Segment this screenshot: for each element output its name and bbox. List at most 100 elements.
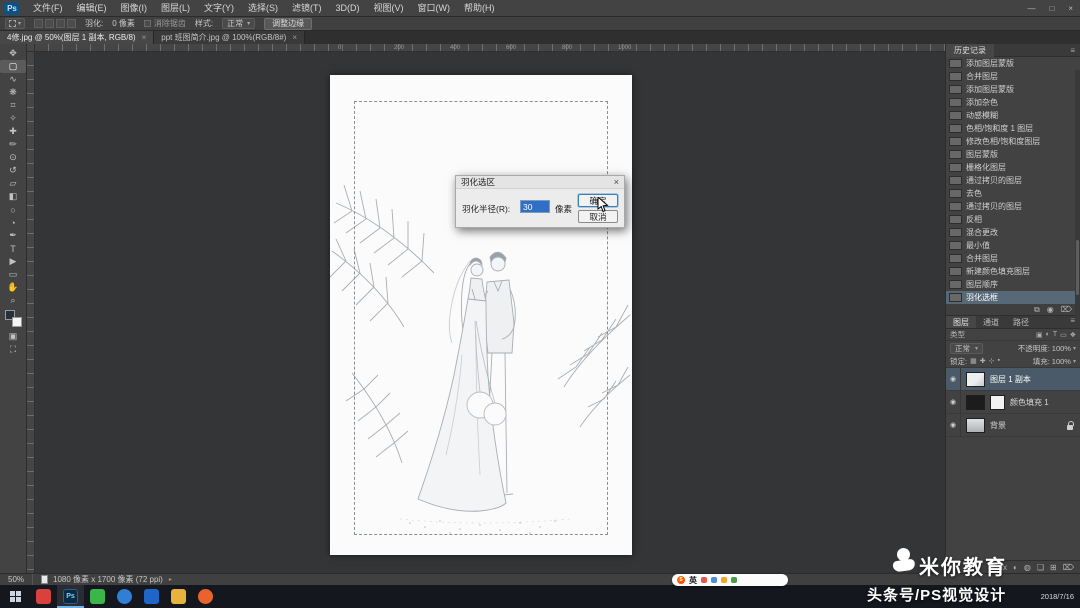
quick-selection-tool[interactable]: ❋ — [0, 86, 26, 99]
emoji-icon[interactable] — [721, 577, 727, 583]
tool-preset-picker[interactable]: ▾ — [5, 18, 25, 29]
feather-radius-input[interactable] — [520, 200, 550, 213]
taskbar-wechat[interactable] — [84, 585, 111, 608]
menu-file[interactable]: 文件(F) — [26, 0, 70, 17]
lock-position-icon[interactable]: ⊹ — [989, 357, 995, 365]
menu-filter[interactable]: 滤镜(T) — [285, 0, 329, 17]
taskbar-qq[interactable] — [138, 585, 165, 608]
history-item[interactable]: 图层顺序 — [946, 278, 1080, 291]
new-layer-icon[interactable]: ⊞ — [1050, 563, 1057, 572]
menu-edit[interactable]: 编辑(E) — [70, 0, 114, 17]
keyboard-icon[interactable] — [711, 577, 717, 583]
feather-value[interactable]: 0 像素 — [112, 18, 135, 29]
screen-mode-tool[interactable]: ⛶ — [0, 343, 26, 356]
layer-mask-icon[interactable]: ◐ — [1013, 563, 1018, 572]
history-item[interactable]: 通过拷贝的图层 — [946, 200, 1080, 213]
layer-row-layer1-copy[interactable]: ◉ 图层 1 副本 — [946, 368, 1080, 391]
crop-tool[interactable]: ⌗ — [0, 99, 26, 112]
pixel-layer-filter-icon[interactable]: ▣ — [1036, 331, 1043, 339]
zoom-level-field[interactable]: 50% — [0, 574, 33, 586]
visibility-eye-icon[interactable]: ◉ — [946, 391, 961, 414]
close-button[interactable]: × — [1061, 0, 1080, 17]
new-snapshot-icon[interactable]: ◉ — [1047, 305, 1054, 314]
type-filter-icon[interactable]: T — [1053, 331, 1057, 339]
maximize-button[interactable]: □ — [1042, 0, 1061, 17]
visibility-eye-icon[interactable]: ◉ — [946, 414, 961, 437]
horizontal-ruler[interactable]: 0 200 400 600 800 1000 — [35, 44, 945, 52]
menu-3d[interactable]: 3D(D) — [329, 0, 367, 17]
layer-thumbnail[interactable] — [966, 418, 985, 433]
adjustment-layer-icon[interactable]: ◍ — [1024, 563, 1031, 572]
taskbar-firefox[interactable] — [192, 585, 219, 608]
adjustment-filter-icon[interactable]: ◐ — [1046, 331, 1050, 339]
tab-layers[interactable]: 图层 — [946, 316, 976, 328]
menu-window[interactable]: 窗口(W) — [411, 0, 458, 17]
selection-mode-buttons[interactable] — [34, 19, 76, 28]
history-item[interactable]: 添加图层蒙版 — [946, 83, 1080, 96]
quick-mask-tool[interactable]: ▣ — [0, 330, 26, 343]
voice-icon[interactable] — [701, 577, 707, 583]
history-scrollbar[interactable] — [1075, 70, 1080, 317]
ruler-corner[interactable] — [27, 44, 35, 52]
visibility-eye-icon[interactable]: ◉ — [946, 368, 961, 391]
input-mode-toggle[interactable]: 英 — [689, 575, 697, 586]
antialias-checkbox[interactable]: 消除锯齿 — [144, 18, 186, 29]
toolbox-icon[interactable] — [731, 577, 737, 583]
history-item[interactable]: 合并图层 — [946, 252, 1080, 265]
clone-stamp-tool[interactable]: ⊙ — [0, 151, 26, 164]
dialog-close-icon[interactable]: × — [614, 177, 619, 187]
style-select[interactable]: 正常 ▾ — [222, 18, 255, 29]
layer-row-background[interactable]: ◉ 背景 — [946, 414, 1080, 437]
taskbar-clock-date[interactable]: 2018/7/16 — [1041, 592, 1080, 601]
refine-edge-button[interactable]: 调整边缘 — [264, 18, 312, 30]
taskbar-folder[interactable] — [165, 585, 192, 608]
layer-mask-thumbnail[interactable] — [990, 395, 1005, 410]
fill-swatch-thumbnail[interactable] — [966, 395, 985, 410]
history-item[interactable]: 去色 — [946, 187, 1080, 200]
lock-all-icon[interactable]: ▪ — [997, 357, 999, 365]
shape-tool[interactable]: ▭ — [0, 268, 26, 281]
delete-state-icon[interactable]: ⌦ — [1061, 305, 1072, 314]
menu-help[interactable]: 帮助(H) — [457, 0, 502, 17]
layer-thumbnail[interactable] — [966, 372, 985, 387]
lasso-tool[interactable]: ∿ — [0, 73, 26, 86]
history-item[interactable]: 反相 — [946, 213, 1080, 226]
shape-filter-icon[interactable]: ▭ — [1060, 331, 1067, 339]
tab-document-1[interactable]: 4修.jpg @ 50%(图层 1 副本, RGB/8) × — [0, 31, 154, 44]
opacity-value[interactable]: 100% — [1052, 344, 1071, 353]
status-expand-icon[interactable]: ▸ — [169, 576, 172, 583]
history-item[interactable]: 栅格化图层 — [946, 161, 1080, 174]
input-method-bar[interactable]: S 英 — [672, 574, 788, 586]
eraser-tool[interactable]: ▱ — [0, 177, 26, 190]
menu-type[interactable]: 文字(Y) — [197, 0, 241, 17]
tab-paths[interactable]: 路径 — [1006, 316, 1036, 328]
history-item[interactable]: 修改色相/饱和度图层 — [946, 135, 1080, 148]
new-doc-from-state-icon[interactable]: ⧉ — [1034, 305, 1040, 315]
history-item-selected[interactable]: 羽化选框 — [946, 291, 1080, 304]
healing-brush-tool[interactable]: ✚ — [0, 125, 26, 138]
history-item[interactable]: 合并图层 — [946, 70, 1080, 83]
history-item[interactable]: 通过拷贝的图层 — [946, 174, 1080, 187]
menu-view[interactable]: 视图(V) — [367, 0, 411, 17]
menu-layer[interactable]: 图层(L) — [154, 0, 197, 17]
panel-menu-icon[interactable]: ≡ — [1070, 46, 1080, 55]
history-item[interactable]: 色相/饱和度 1 图层 — [946, 122, 1080, 135]
smart-object-filter-icon[interactable]: ❖ — [1070, 331, 1076, 339]
history-brush-tool[interactable]: ↺ — [0, 164, 26, 177]
vertical-ruler[interactable] — [27, 52, 35, 573]
history-item[interactable]: 动感模糊 — [946, 109, 1080, 122]
layer-group-icon[interactable]: ❏ — [1037, 563, 1044, 572]
blend-mode-select[interactable]: 正常 ▾ — [950, 343, 983, 354]
menu-select[interactable]: 选择(S) — [241, 0, 285, 17]
dodge-tool[interactable]: ◔ — [0, 216, 26, 229]
gradient-tool[interactable]: ◧ — [0, 190, 26, 203]
menu-image[interactable]: 图像(I) — [114, 0, 155, 17]
tab-channels[interactable]: 通道 — [976, 316, 1006, 328]
start-button[interactable] — [0, 585, 30, 608]
history-item[interactable]: 添加图层蒙版 — [946, 57, 1080, 70]
type-tool[interactable]: T — [0, 242, 26, 255]
history-item[interactable]: 添加杂色 — [946, 96, 1080, 109]
history-item[interactable]: 最小值 — [946, 239, 1080, 252]
brush-tool[interactable]: ✏ — [0, 138, 26, 151]
background-color-swatch[interactable] — [12, 317, 22, 327]
